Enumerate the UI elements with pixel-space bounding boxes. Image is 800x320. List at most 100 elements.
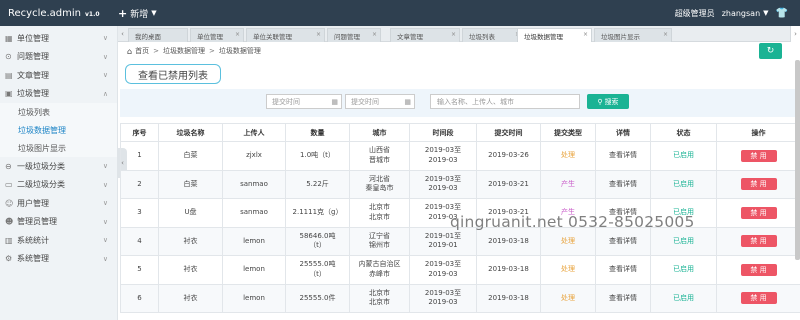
sidebar-item-question[interactable]: ⊙ 问题管理 ∨	[0, 48, 117, 67]
sidebar-item-admins[interactable]: ☻ 管理员管理 ∨	[0, 213, 117, 232]
cell-city: 内蒙古自治区 赤峰市	[349, 255, 410, 285]
tab-label: 单位关联管理	[253, 32, 292, 41]
city-line2: 晋城市	[369, 155, 390, 164]
cell-id: 5	[120, 255, 159, 285]
plus-icon: +	[118, 6, 128, 20]
table-row: 1 白菜 zjxlx 1.0吨（t） 山西省 晋城市 2019-03至 2019-0…	[120, 141, 800, 171]
disable-button[interactable]: 禁 用	[740, 292, 777, 305]
sidebar-item-article[interactable]: ▤ 文章管理 ∨	[0, 66, 117, 85]
username: zhangsan	[721, 8, 761, 18]
cell-submit-time: 2019-03-18	[476, 255, 541, 285]
sidebar-item-label: 文章管理	[17, 70, 49, 80]
cell-status: 已启用	[650, 169, 717, 199]
period-line2: 2019-01	[428, 241, 458, 250]
close-icon[interactable]: ×	[372, 31, 377, 38]
cell-name: 白菜	[158, 141, 223, 171]
close-icon[interactable]: ×	[451, 31, 456, 38]
sidebar-item-label: 管理员管理	[17, 217, 57, 227]
city-line2: 赤峰市	[369, 269, 390, 278]
table-row: 4 衬衣 lemon 58646.0吨 （t） 辽宁省 锦州市 2019-01至 20…	[120, 226, 800, 256]
disable-button[interactable]: 禁 用	[740, 235, 777, 248]
city-line1: 山西省	[369, 146, 390, 155]
sidebar-item-unit[interactable]: ▦ 单位管理 ∨	[0, 29, 117, 48]
disable-button[interactable]: 禁 用	[740, 149, 777, 162]
user-menu[interactable]: zhangsan ▼	[722, 9, 769, 18]
tab-label: 问题管理	[334, 32, 360, 41]
top-bar: Recycle.admin v1.0 + 新增 ▼ 超级管理员 zhangsan…	[0, 0, 800, 26]
sidebar-item-garbage[interactable]: ▣ 垃圾管理 ∧	[0, 85, 117, 104]
tabs-scroll-left[interactable]: ‹	[118, 26, 127, 42]
tab-garbage-data[interactable]: 垃圾数据管理 ×	[517, 28, 592, 42]
shirt-icon[interactable]: 👕	[776, 8, 788, 19]
quantity-line2: （t）	[309, 269, 326, 278]
close-icon[interactable]: ×	[663, 31, 668, 38]
chevron-down-icon: ∨	[102, 52, 108, 61]
sidebar-item-system[interactable]: ⚙ 系统管理 ∨	[0, 250, 117, 269]
disable-button[interactable]: 禁 用	[740, 263, 777, 276]
cell-action: 禁 用	[716, 141, 800, 171]
cell-detail-link[interactable]: 查看详情	[595, 283, 651, 313]
close-icon[interactable]: ×	[235, 31, 240, 38]
cell-city: 北京市 北京市	[349, 283, 410, 313]
cell-detail-link[interactable]: 查看详情	[595, 226, 651, 256]
vertical-scrollbar[interactable]	[795, 60, 800, 260]
new-menu-button[interactable]: + 新增 ▼	[118, 7, 157, 20]
tab-garbage-list[interactable]: 垃圾列表 ×	[462, 28, 524, 42]
period-line1: 2019-03至	[424, 203, 462, 212]
sidebar-subitem-garbage-data[interactable]: 垃圾数据管理	[0, 121, 117, 139]
cell-detail-link[interactable]: 查看详情	[595, 141, 651, 171]
quantity-line1: 2.1111克（g）	[292, 208, 343, 217]
tab-article[interactable]: 文章管理 ×	[390, 28, 460, 42]
cell-uploader: zjxlx	[222, 141, 286, 171]
tab-question[interactable]: 问题管理 ×	[327, 28, 381, 42]
search-input[interactable]: 输入名称、上传人、城市	[430, 94, 580, 109]
sidebar-item-stats[interactable]: ▥ 系统统计 ∨	[0, 231, 117, 250]
breadcrumb-level1[interactable]: 垃圾数据管理	[163, 46, 205, 56]
date-end-input[interactable]: 提交时间 ▦	[345, 94, 415, 109]
breadcrumb-home[interactable]: 首页	[135, 46, 149, 56]
brand[interactable]: Recycle.admin v1.0	[0, 8, 118, 19]
search-button[interactable]: ⚲ 搜索	[587, 94, 629, 109]
tab-unit-relation[interactable]: 单位关联管理 ×	[246, 28, 325, 42]
cell-name: 衬衣	[158, 226, 223, 256]
disable-button[interactable]: 禁 用	[740, 178, 777, 191]
user-icon: ☺	[5, 198, 14, 208]
view-disabled-list-button[interactable]: 查看已禁用列表	[125, 64, 221, 84]
sidebar-item-category1[interactable]: ⊖ 一级垃圾分类 ∨	[0, 157, 117, 176]
column-header: 数量	[285, 123, 350, 142]
sidebar-item-label: 用户管理	[17, 198, 49, 208]
cell-id: 6	[120, 283, 159, 313]
article-icon: ▤	[5, 70, 13, 80]
cell-period: 2019-03至 2019-03	[409, 169, 477, 199]
grid-icon: ▦	[5, 33, 13, 43]
tab-garbage-images[interactable]: 垃圾图片显示 ×	[594, 28, 672, 42]
sidebar-item-label: 系统管理	[17, 254, 49, 264]
sidebar-item-label: 二级垃圾分类	[17, 180, 65, 190]
cell-detail-link[interactable]: 查看详情	[595, 255, 651, 285]
table-header-row: 序号 垃圾名称 上传人 数量 城市 时间段 提交时间 提交类型 详情 状态 操作	[120, 123, 800, 142]
new-menu-label: 新增	[130, 9, 149, 20]
sidebar-subitem-garbage-list[interactable]: 垃圾列表	[0, 103, 117, 121]
chevron-down-icon: ∨	[102, 217, 108, 226]
disable-button[interactable]: 禁 用	[740, 206, 777, 219]
column-header: 城市	[349, 123, 410, 142]
tabs-scroll-right[interactable]: ›	[790, 26, 800, 42]
breadcrumb-separator: >	[208, 47, 215, 55]
search-icon: ⚲	[597, 97, 603, 106]
table-row: 6 衬衣 lemon 25555.0件 北京市 北京市 2019-03至 2019-…	[120, 283, 800, 313]
sidebar-item-users[interactable]: ☺ 用户管理 ∨	[0, 194, 117, 213]
city-line2: 北京市	[369, 298, 390, 307]
date-start-input[interactable]: 提交时间 ▦	[266, 94, 342, 109]
sidebar-item-category2[interactable]: ▭ 二级垃圾分类 ∨	[0, 176, 117, 195]
settings-icon: ⚙	[5, 254, 13, 264]
refresh-button[interactable]: ↻	[759, 43, 782, 59]
garbage-submenu: 垃圾列表 垃圾数据管理 垃圾图片显示	[0, 103, 117, 157]
tab-desktop[interactable]: 我的桌面	[128, 28, 188, 42]
chevron-down-icon: ▼	[763, 9, 769, 17]
sidebar-item-label: 一级垃圾分类	[17, 161, 65, 171]
close-icon[interactable]: ×	[583, 31, 588, 38]
cell-detail-link[interactable]: 查看详情	[595, 169, 651, 199]
sidebar-subitem-garbage-images[interactable]: 垃圾图片显示	[0, 139, 117, 157]
tab-unit[interactable]: 单位管理 ×	[190, 28, 244, 42]
close-icon[interactable]: ×	[316, 31, 321, 38]
